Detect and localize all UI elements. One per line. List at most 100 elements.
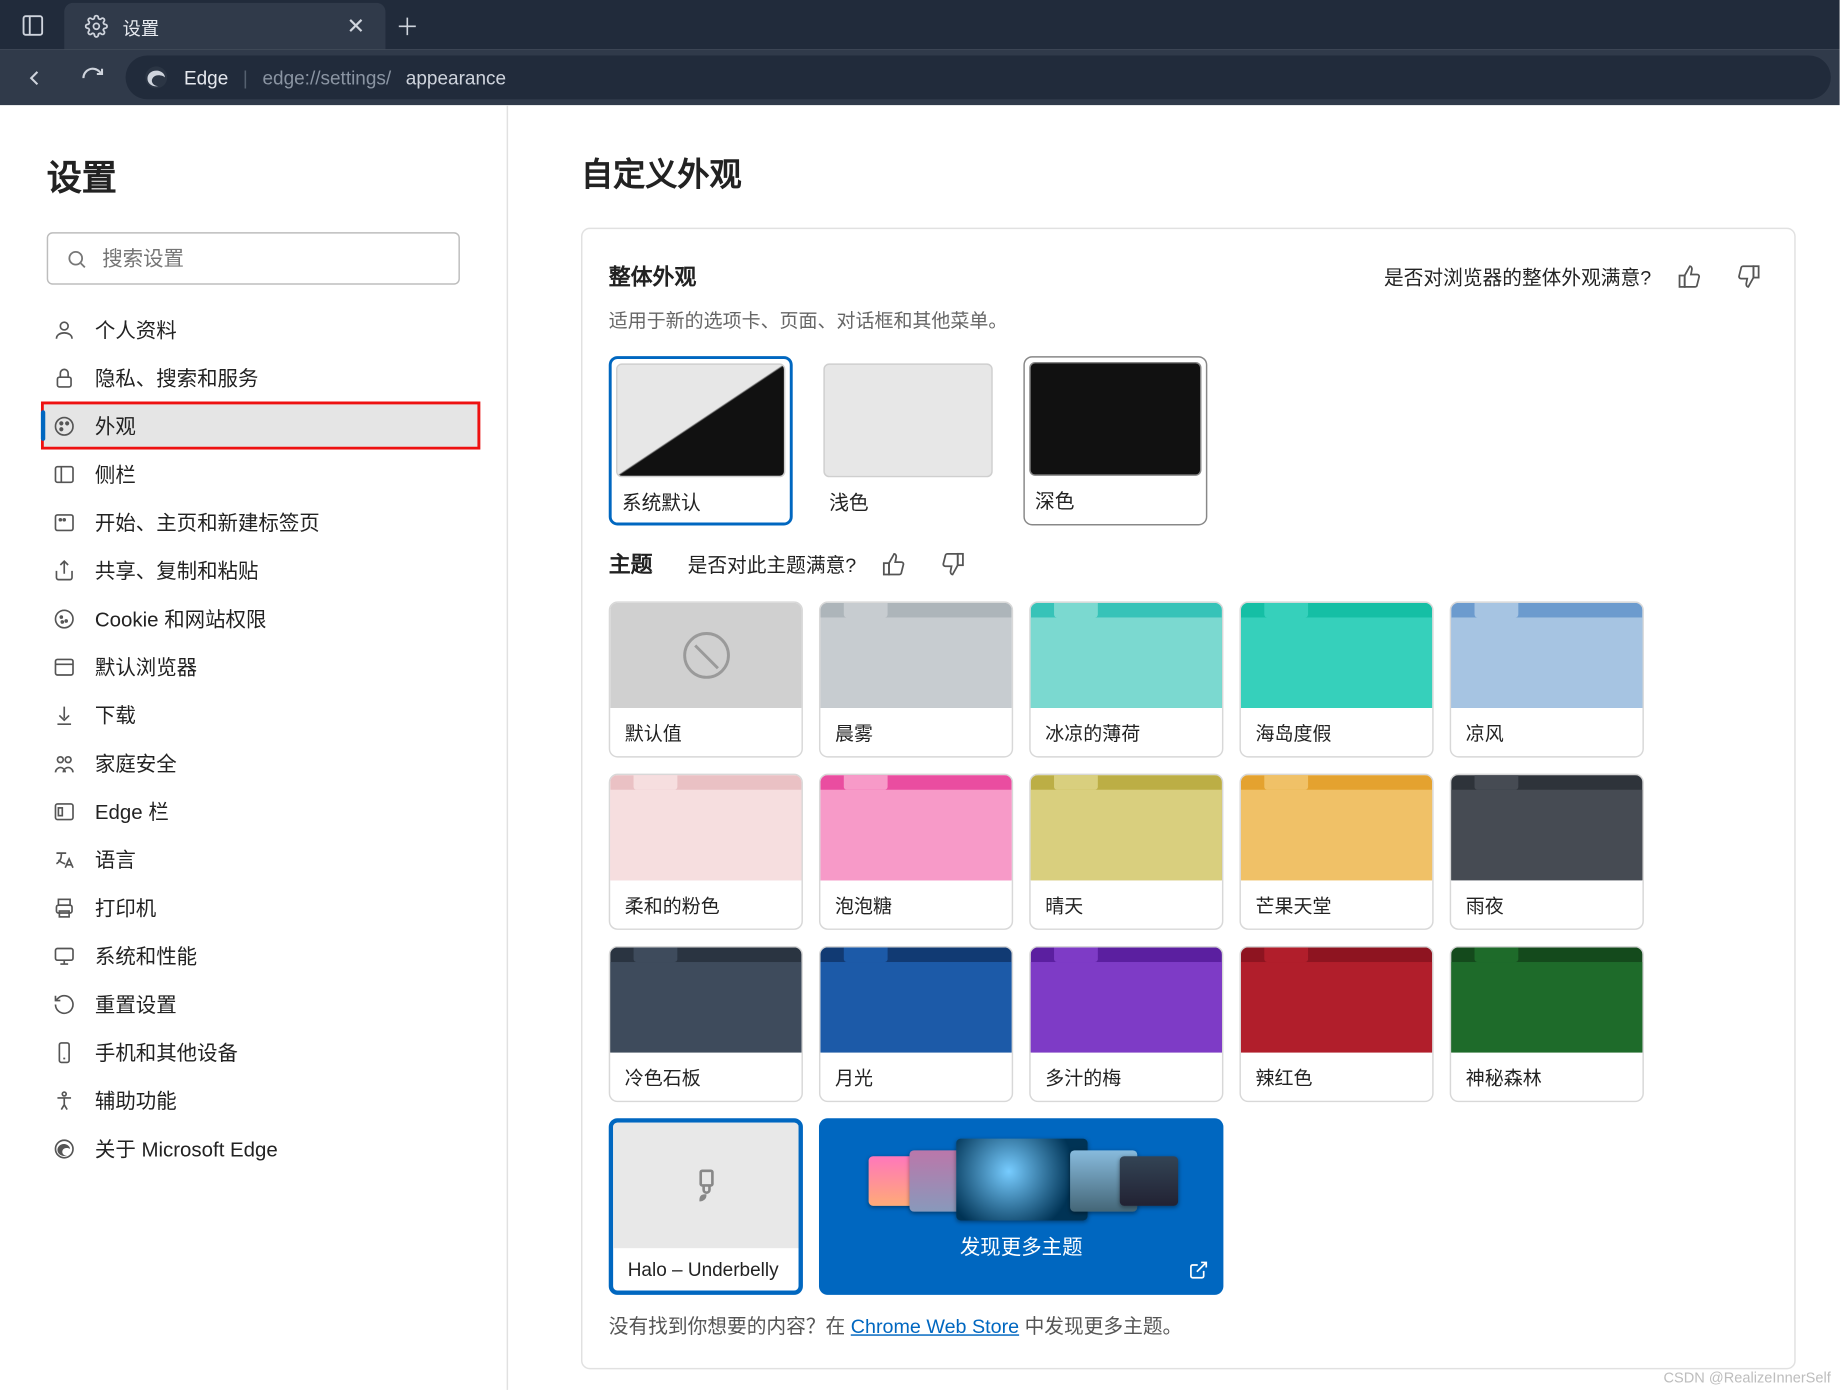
browser-icon [53, 655, 76, 678]
search-icon [66, 247, 88, 269]
sidebar-item-browser[interactable]: 默认浏览器 [0, 642, 507, 690]
page-title: 自定义外观 [581, 149, 1796, 196]
theme-label: 芒果天堂 [1241, 880, 1432, 928]
discover-more-themes[interactable]: 发现更多主题 [819, 1118, 1223, 1295]
printer-icon [53, 896, 76, 919]
sidebar-icon [53, 462, 76, 485]
theme-card[interactable]: 冰凉的薄荷 [1029, 602, 1223, 758]
theme-card[interactable]: 冷色石板 [609, 946, 803, 1102]
watermark: CSDN @RealizeInnerSelf [1663, 1371, 1830, 1387]
search-box[interactable] [47, 232, 460, 285]
back-button[interactable] [9, 55, 59, 99]
sidebar-item-a11y[interactable]: 辅助功能 [0, 1076, 507, 1124]
lock-icon [53, 366, 76, 389]
theme-card[interactable]: 晴天 [1029, 774, 1223, 930]
phone-icon [53, 1040, 76, 1063]
browser-tab-active[interactable]: 设置 ✕ [64, 3, 385, 50]
theme-card[interactable]: 芒果天堂 [1240, 774, 1434, 930]
download-icon [53, 703, 76, 726]
theme-label: 默认值 [610, 708, 801, 756]
overall-subtitle: 适用于新的选项卡、页面、对话框和其他菜单。 [609, 305, 1768, 333]
theme-card[interactable]: 晨雾 [819, 602, 1013, 758]
sidebar-item-start[interactable]: 开始、主页和新建标签页 [0, 498, 507, 546]
sidebar-item-label: 打印机 [95, 893, 156, 922]
theme-card-selected[interactable]: Halo – Underbelly [609, 1118, 803, 1295]
sidebar-item-palette[interactable]: 外观 [41, 402, 480, 450]
theme-card[interactable]: 泡泡糖 [819, 774, 1013, 930]
theme-card[interactable]: 辣红色 [1240, 946, 1434, 1102]
theme-card[interactable]: 神秘森林 [1450, 946, 1644, 1102]
user-icon [53, 318, 76, 341]
sidebar-item-share[interactable]: 共享、复制和粘贴 [0, 546, 507, 594]
sidebar-item-download[interactable]: 下载 [0, 691, 507, 739]
window-titlebar: 设置 ✕ ＋ [0, 0, 1840, 50]
search-input[interactable] [102, 247, 441, 270]
theme-card[interactable]: 雨夜 [1450, 774, 1644, 930]
thumbs-down-button[interactable] [1727, 256, 1768, 297]
sidebar-item-phone[interactable]: 手机和其他设备 [0, 1028, 507, 1076]
thumbs-down-button[interactable] [932, 543, 973, 584]
overall-appearance-panel: 整体外观 是否对浏览器的整体外观满意? 适用于新的选项卡、页面、对话框和其他菜单… [581, 228, 1796, 1370]
thumbs-up-button[interactable] [1669, 256, 1710, 297]
tab-actions-button[interactable] [0, 0, 64, 50]
theme-card[interactable]: 柔和的粉色 [609, 774, 803, 930]
appearance-option-sys[interactable]: 系统默认 [609, 356, 793, 525]
lang-icon [53, 848, 76, 871]
new-tab-button[interactable]: ＋ [385, 0, 429, 50]
close-icon[interactable]: ✕ [347, 13, 365, 39]
theme-label: 泡泡糖 [821, 880, 1012, 928]
appearance-label: 浅色 [823, 477, 992, 518]
sidebar-item-printer[interactable]: 打印机 [0, 883, 507, 931]
addr-url-base: edge://settings/ [262, 66, 391, 88]
gear-icon [85, 15, 108, 38]
reset-icon [53, 992, 76, 1015]
sidebar-item-reset[interactable]: 重置设置 [0, 980, 507, 1028]
sidebar-item-system[interactable]: 系统和性能 [0, 931, 507, 979]
sidebar-item-lang[interactable]: 语言 [0, 835, 507, 883]
discover-label: 发现更多主题 [960, 1232, 1083, 1261]
sidebar-item-user[interactable]: 个人资料 [0, 305, 507, 353]
appearance-option-light[interactable]: 浅色 [816, 356, 1000, 525]
open-external-icon [1188, 1260, 1208, 1280]
settings-main: 自定义外观 整体外观 是否对浏览器的整体外观满意? 适用于新的选项卡、页面、对话… [508, 105, 1840, 1390]
theme-card[interactable]: 月光 [819, 946, 1013, 1102]
theme-label: 多汁的梅 [1031, 1053, 1222, 1101]
themes-footnote: 没有找到你想要的内容？在 Chrome Web Store 中发现更多主题。 [609, 1310, 1768, 1339]
theme-card[interactable]: 默认值 [609, 602, 803, 758]
thumbs-up-button[interactable] [874, 543, 915, 584]
sidebar-item-edge[interactable]: 关于 Microsoft Edge [0, 1124, 507, 1172]
theme-card[interactable]: 多汁的梅 [1029, 946, 1223, 1102]
refresh-button[interactable] [67, 55, 117, 99]
theme-label: 凉风 [1451, 708, 1642, 756]
sidebar-item-sidebar[interactable]: 侧栏 [0, 450, 507, 498]
theme-label: 柔和的粉色 [610, 880, 801, 928]
sidebar-item-label: 家庭安全 [95, 748, 177, 777]
sidebar-item-family[interactable]: 家庭安全 [0, 739, 507, 787]
palette-icon [53, 414, 76, 437]
theme-card[interactable]: 海岛度假 [1240, 602, 1434, 758]
disabled-icon [683, 632, 730, 679]
sidebar-item-edgebar[interactable]: Edge 栏 [0, 787, 507, 835]
theme-label: 辣红色 [1241, 1053, 1432, 1101]
theme-label: 晴天 [1031, 880, 1222, 928]
chrome-web-store-link[interactable]: Chrome Web Store [851, 1315, 1019, 1337]
theme-card[interactable]: 凉风 [1450, 602, 1644, 758]
theme-label: 神秘森林 [1451, 1053, 1642, 1101]
sidebar-item-label: Cookie 和网站权限 [95, 604, 267, 633]
system-icon [53, 944, 76, 967]
appearance-option-dark[interactable]: 深色 [1023, 356, 1207, 525]
sidebar-item-label: 个人资料 [95, 315, 177, 344]
cookie-icon [53, 607, 76, 630]
address-bar[interactable]: Edge | edge://settings/appearance [126, 55, 1831, 99]
sidebar-item-label: 下载 [95, 700, 136, 729]
theme-label: 晨雾 [821, 708, 1012, 756]
edge-icon [143, 64, 169, 90]
edge-icon [53, 1137, 76, 1160]
theme-label: 海岛度假 [1241, 708, 1432, 756]
addr-brand: Edge [184, 66, 228, 88]
sidebar-item-cookie[interactable]: Cookie 和网站权限 [0, 594, 507, 642]
sidebar-item-lock[interactable]: 隐私、搜索和服务 [0, 353, 507, 401]
overall-heading: 整体外观 [609, 261, 697, 292]
settings-sidebar: 设置 个人资料隐私、搜索和服务外观侧栏开始、主页和新建标签页共享、复制和粘贴Co… [0, 105, 508, 1390]
a11y-icon [53, 1088, 76, 1111]
